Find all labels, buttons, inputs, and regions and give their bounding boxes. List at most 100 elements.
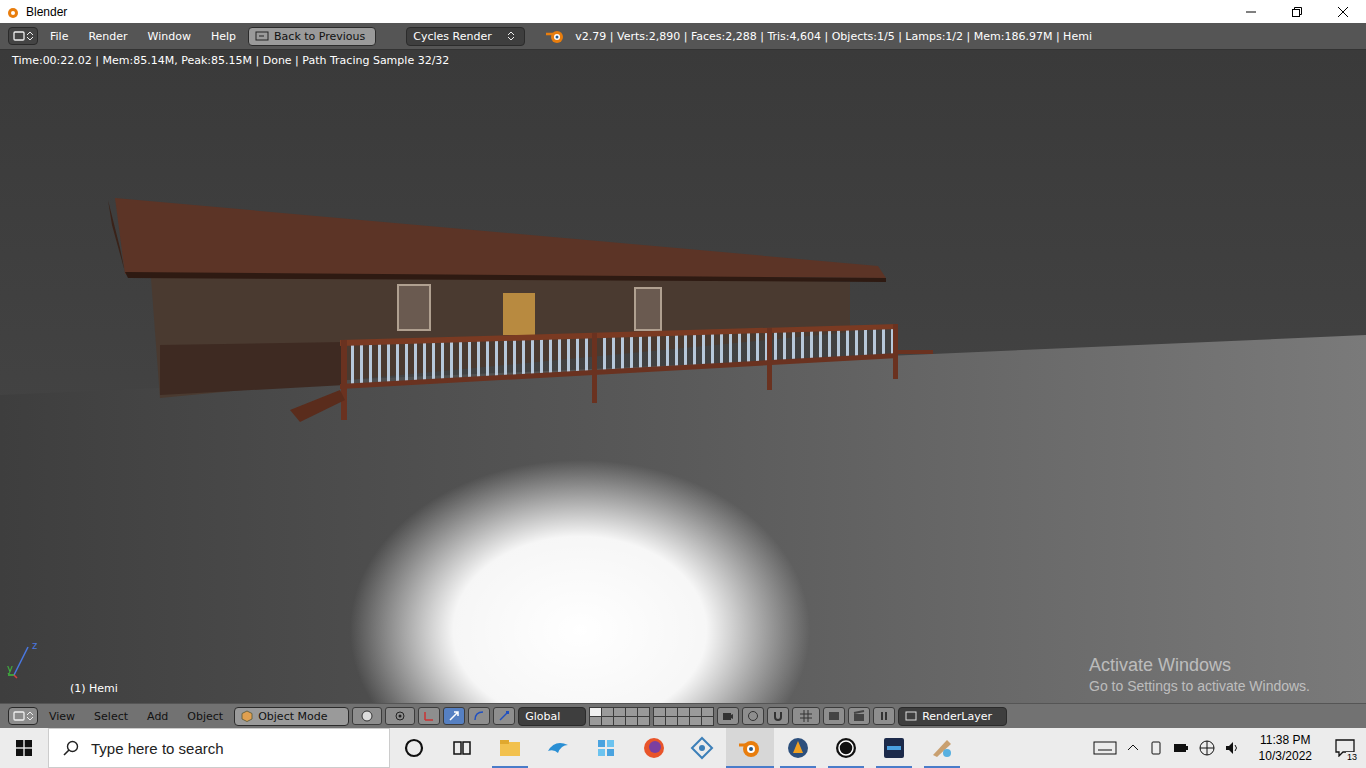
layer-button[interactable] [590, 708, 601, 716]
taskbar-app[interactable] [486, 728, 534, 768]
taskbar-app[interactable] [678, 728, 726, 768]
layer-button[interactable] [690, 717, 701, 725]
layer-button[interactable] [678, 717, 689, 725]
translate-button[interactable] [443, 707, 465, 725]
paint-icon [929, 735, 955, 761]
magnet-icon [772, 710, 784, 722]
rotate-button[interactable] [468, 707, 490, 725]
taskbar-app[interactable] [630, 728, 678, 768]
chevron-up-icon[interactable] [1127, 742, 1139, 754]
menu-item[interactable]: File [42, 28, 76, 45]
layer-button[interactable] [626, 717, 637, 725]
editor-type-icon [13, 30, 25, 42]
grid-icon [800, 710, 812, 722]
taskbar-app[interactable] [822, 728, 870, 768]
scale-icon [498, 710, 510, 722]
minimize-icon [1246, 7, 1256, 17]
menu-item[interactable]: Window [140, 28, 199, 45]
taskbar-app[interactable] [726, 728, 774, 768]
blender-logo-icon [4, 5, 20, 19]
layer-button[interactable] [614, 708, 625, 716]
taskbar-app[interactable] [438, 728, 486, 768]
menu-item[interactable]: Object [179, 708, 231, 725]
taskbar-app[interactable] [918, 728, 966, 768]
render-status: Time:00:22.02 | Mem:85.14M, Peak:85.15M … [12, 54, 449, 67]
battery-icon[interactable] [1173, 741, 1189, 755]
diamond-icon [689, 735, 715, 761]
layer-button[interactable] [602, 717, 613, 725]
editor-type-button[interactable] [8, 707, 38, 725]
menu-item[interactable]: Add [139, 708, 176, 725]
running-indicator [726, 766, 774, 768]
action-center-button[interactable]: 13 [1330, 728, 1360, 768]
cube-icon [241, 710, 253, 722]
taskbar: Type here to search 11:38 PM10/3/2022 13 [0, 728, 1366, 768]
taskbar-app[interactable] [870, 728, 918, 768]
layer-button[interactable] [678, 708, 689, 716]
restore-button[interactable] [1274, 0, 1320, 23]
scene-layers[interactable] [653, 707, 714, 726]
title-bar: Blender [0, 0, 1366, 23]
orientation-dropdown[interactable]: Global [518, 707, 586, 726]
layer-button[interactable] [702, 708, 713, 716]
dolphin-icon [545, 735, 571, 761]
snap-button[interactable] [767, 707, 789, 725]
minimize-button[interactable] [1228, 0, 1274, 23]
taskbar-app[interactable] [390, 728, 438, 768]
back-to-previous-button[interactable]: Back to Previous [248, 27, 376, 46]
layer-button[interactable] [638, 717, 649, 725]
render-layer-button[interactable]: RenderLayer [898, 707, 1007, 726]
editor-type-button[interactable] [8, 27, 38, 45]
pause-button[interactable] [873, 707, 895, 725]
sphere-icon [361, 710, 373, 722]
lock-camera-button[interactable] [717, 707, 739, 725]
editor-type-icon [13, 710, 25, 722]
mode-dropdown[interactable]: Object Mode [234, 707, 349, 726]
layer-button[interactable] [690, 708, 701, 716]
menu-item[interactable]: Help [203, 28, 244, 45]
manipulator-toggle[interactable] [418, 707, 440, 725]
render-icon [828, 710, 840, 722]
shading-button[interactable] [352, 707, 382, 725]
network-icon[interactable] [1199, 740, 1215, 756]
layer-button[interactable] [666, 708, 677, 716]
layer-button[interactable] [626, 708, 637, 716]
dropdown-arrows-icon [27, 31, 33, 41]
layer-button[interactable] [702, 717, 713, 725]
menu-item[interactable]: Select [86, 708, 136, 725]
layer-button[interactable] [614, 717, 625, 725]
device-icon[interactable] [1149, 741, 1163, 755]
render-anim-button[interactable] [848, 707, 870, 725]
layer-button[interactable] [666, 717, 677, 725]
layer-button[interactable] [638, 708, 649, 716]
layer-button[interactable] [654, 708, 665, 716]
layer-button[interactable] [654, 717, 665, 725]
layer-button[interactable] [602, 708, 613, 716]
close-button[interactable] [1320, 0, 1366, 23]
render-engine-dropdown[interactable]: Cycles Render [406, 27, 525, 46]
clock[interactable]: 11:38 PM10/3/2022 [1251, 732, 1320, 764]
cortana-icon [401, 735, 427, 761]
scale-button[interactable] [493, 707, 515, 725]
3d-viewport[interactable]: Time:00:22.02 | Mem:85.14M, Peak:85.15M … [0, 50, 1366, 703]
pivot-button[interactable] [385, 707, 415, 725]
volume-icon[interactable] [1225, 741, 1241, 755]
search-box[interactable]: Type here to search [48, 728, 390, 768]
scene-stats: v2.79 | Verts:2,890 | Faces:2,288 | Tris… [575, 30, 1092, 43]
taskbar-app[interactable] [774, 728, 822, 768]
layer-button[interactable] [590, 717, 601, 725]
pause-icon [878, 710, 890, 722]
taskbar-app[interactable] [534, 728, 582, 768]
render-still-button[interactable] [823, 707, 845, 725]
running-indicator [924, 766, 960, 768]
snap-target-button[interactable] [792, 707, 820, 725]
dropdown-arrows-icon [27, 711, 33, 721]
menu-item[interactable]: Render [80, 28, 135, 45]
keyboard-icon[interactable] [1093, 740, 1117, 756]
taskbar-app[interactable] [582, 728, 630, 768]
menu-item[interactable]: View [41, 708, 83, 725]
proportional-edit-button[interactable] [742, 707, 764, 725]
start-button[interactable] [0, 728, 48, 768]
scene-layers[interactable] [589, 707, 650, 726]
activation-watermark: Activate WindowsGo to Settings to activa… [1089, 655, 1310, 694]
